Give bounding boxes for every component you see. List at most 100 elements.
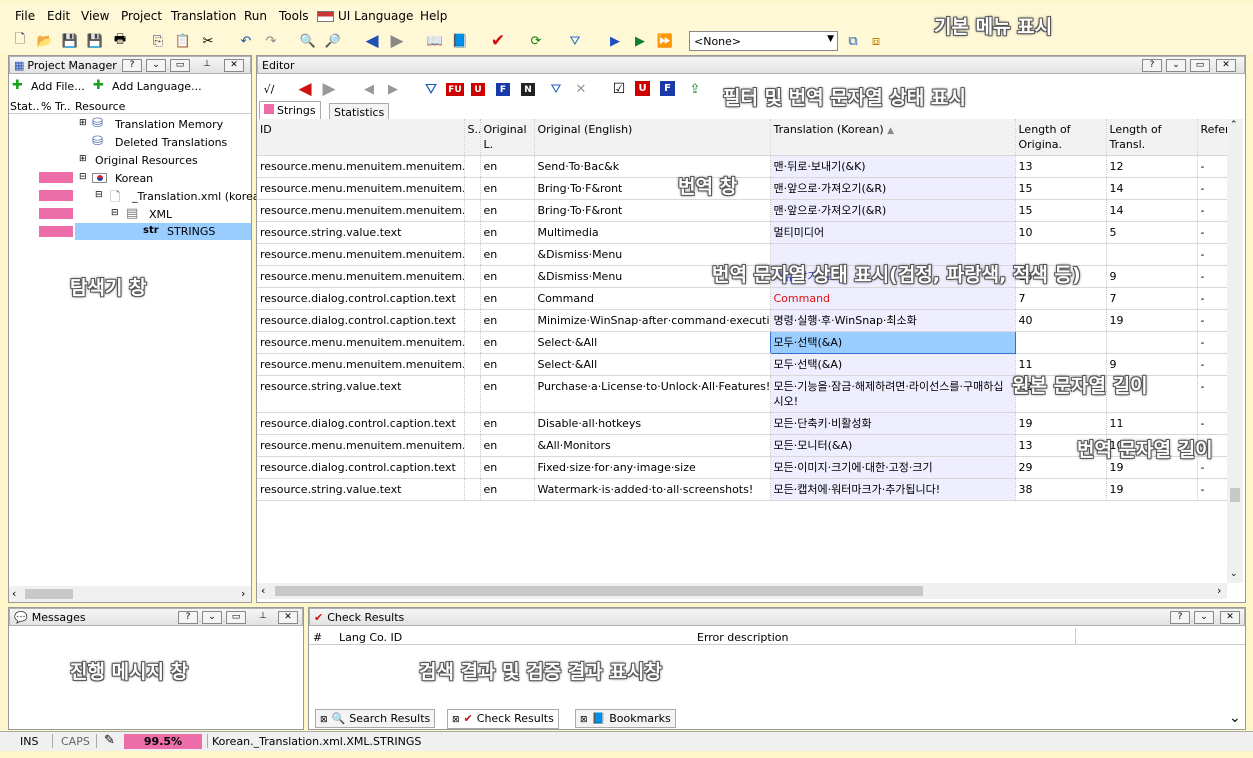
sync-icon[interactable]: ⧉ (843, 31, 863, 51)
scroll-down-icon[interactable]: ⌄ (1229, 710, 1241, 726)
cell-translation[interactable]: 모든·단축키·비활성화 (770, 412, 1016, 435)
cell-length-translation[interactable] (1106, 243, 1198, 266)
cell-state[interactable] (464, 331, 481, 354)
cell-id[interactable]: resource.menu.menuitem.menuitem.caption.… (257, 353, 465, 376)
col-translation[interactable]: Translation (Korean) ▲ (770, 119, 1016, 156)
close-icon[interactable]: ✕ (278, 611, 298, 624)
menu-view[interactable]: View (81, 9, 109, 23)
cell-length-original[interactable]: 40 (1015, 309, 1107, 332)
restore-icon[interactable]: ▭ (226, 611, 246, 624)
cell-state[interactable] (464, 456, 481, 479)
cell-lang[interactable]: en (480, 177, 535, 200)
filter-n-icon[interactable]: N (521, 83, 535, 96)
filter-run-icon[interactable]: ⛛ (565, 31, 585, 51)
menu-file[interactable]: File (15, 9, 35, 23)
cell-lang[interactable]: en (480, 434, 535, 457)
scroll-up-icon[interactable]: ⌃ (1230, 120, 1238, 130)
restore-icon[interactable]: ▭ (1190, 59, 1210, 72)
table-row[interactable]: resource.menu.menuitem.menuitem.menuitem… (257, 155, 1227, 178)
cell-id[interactable]: resource.menu.menuitem.menuitem.menuitem… (257, 177, 465, 200)
clear-filter-icon[interactable]: ✕ (571, 79, 591, 99)
export-icon[interactable]: ⧈ (866, 31, 886, 51)
cell-state[interactable] (464, 265, 481, 288)
paste-icon[interactable]: 📋 (173, 31, 193, 51)
table-row[interactable]: resource.dialog.control.caption.text en Co… (257, 287, 1227, 310)
cell-id[interactable]: resource.menu.menuitem.menuitem.caption.… (257, 434, 465, 457)
cell-translation[interactable]: 명령·실행·후·WinSnap·최소화 (770, 309, 1016, 332)
close-icon[interactable]: ⊠ (580, 715, 588, 725)
cell-state[interactable] (464, 434, 481, 457)
close-icon[interactable]: ⊠ (452, 715, 460, 725)
close-icon[interactable]: ✕ (1216, 59, 1236, 72)
cell-id[interactable]: resource.menu.menuitem.menuitem.menuitem… (257, 199, 465, 222)
collapse-icon[interactable]: ⊟ (95, 190, 103, 200)
dropdown-icon[interactable]: ⌄ (202, 611, 222, 624)
cell-reference[interactable]: - (1197, 177, 1227, 200)
cell-length-translation[interactable]: 19 (1106, 309, 1198, 332)
pin-icon[interactable]: ⊥ (197, 59, 217, 72)
cell-length-translation[interactable]: 14 (1106, 177, 1198, 200)
cell-state[interactable] (464, 353, 481, 376)
scroll-thumb[interactable] (1230, 488, 1240, 502)
cell-lang[interactable]: en (480, 478, 535, 501)
cut-icon[interactable]: ✂ (198, 31, 218, 51)
cell-length-original[interactable]: 13 (1015, 155, 1107, 178)
state-u-icon[interactable]: U (635, 81, 650, 96)
col-number[interactable]: # (313, 631, 322, 644)
col-error[interactable]: Error description (697, 631, 788, 644)
cell-state[interactable] (464, 375, 481, 413)
cell-lang[interactable]: en (480, 412, 535, 435)
forward-arrow-icon[interactable]: ▶ (387, 31, 407, 51)
cell-length-original[interactable]: 15 (1015, 177, 1107, 200)
cell-translation[interactable]: 멀티미디어 (770, 221, 1016, 244)
menu-help[interactable]: Help (420, 9, 447, 23)
cell-id[interactable]: resource.dialog.control.caption.text (257, 309, 465, 332)
copy-icon[interactable]: ⎘ (148, 31, 168, 51)
cell-state[interactable] (464, 221, 481, 244)
cell-length-translation[interactable] (1106, 331, 1198, 354)
cell-reference[interactable]: - (1197, 309, 1227, 332)
cell-length-translation[interactable]: 9 (1106, 265, 1198, 288)
pin-icon[interactable]: ⊥ (253, 611, 273, 624)
cell-id[interactable]: resource.dialog.control.caption.text (257, 456, 465, 479)
cell-original[interactable]: Fixed·size·for·any·image·size (534, 456, 771, 479)
run-green-icon[interactable]: ▶ (630, 31, 650, 51)
cell-length-translation[interactable]: 5 (1106, 221, 1198, 244)
cell-length-original[interactable]: 10 (1015, 221, 1107, 244)
cell-translation[interactable]: 맨·앞으로·가져오기(&R) (770, 177, 1016, 200)
cell-state[interactable] (464, 287, 481, 310)
dropdown-icon[interactable]: ⌄ (146, 59, 166, 72)
cell-original[interactable]: Select·&All (534, 331, 771, 354)
col-original-lang[interactable]: Original L. (480, 119, 535, 156)
cell-translation[interactable]: 모든·기능을·잠금·해제하려면·라이선스를·구매하십시오! (770, 375, 1016, 413)
mark-icon[interactable]: √/ (259, 79, 279, 99)
cell-translation[interactable]: 모두·선택(&A) (770, 353, 1016, 376)
cell-id[interactable]: resource.dialog.control.caption.text (257, 287, 465, 310)
scroll-thumb[interactable] (275, 586, 923, 596)
table-row[interactable]: resource.dialog.control.caption.text en Mi… (257, 309, 1227, 332)
cell-reference[interactable]: - (1197, 221, 1227, 244)
cell-length-translation[interactable]: 14 (1106, 199, 1198, 222)
replace-icon[interactable]: 🔎 (323, 31, 343, 51)
filter-fu-icon[interactable]: FU (446, 83, 464, 96)
collapse-icon[interactable]: ⊟ (79, 172, 87, 182)
cell-translation[interactable]: 모든·이미지·크기에·대한·고정·크기 (770, 456, 1016, 479)
cell-state[interactable] (464, 243, 481, 266)
cell-translation[interactable]: 맨·뒤로·보내기(&K) (770, 155, 1016, 178)
next-arrow-icon[interactable]: ▶ (319, 79, 339, 99)
new-file-icon[interactable]: 🗋 (10, 31, 30, 51)
col-length-translation[interactable]: Length of Transl. (1106, 119, 1198, 156)
cell-length-original[interactable]: 15 (1015, 199, 1107, 222)
print-icon[interactable]: 🖶 (110, 31, 130, 51)
col-reference[interactable]: Referen. (1197, 119, 1227, 156)
tree-item-deleted-translations[interactable]: Deleted Translations (115, 136, 227, 149)
cell-lang[interactable]: en (480, 456, 535, 479)
tree-item-translation-memory[interactable]: Translation Memory (115, 118, 223, 131)
cell-id[interactable]: resource.menu.menuitem.menuitem.caption.… (257, 265, 465, 288)
cell-state[interactable] (464, 412, 481, 435)
book-check-icon[interactable]: 📘 (450, 31, 470, 51)
cell-original[interactable]: Purchase·a·License·to·Unlock·All·Feature… (534, 375, 771, 413)
find-icon[interactable]: 🔍 (298, 31, 318, 51)
tree-item-translation-xml[interactable]: _Translation.xml (korean (132, 190, 266, 203)
pm-hscrollbar[interactable]: ‹ › (9, 586, 251, 602)
